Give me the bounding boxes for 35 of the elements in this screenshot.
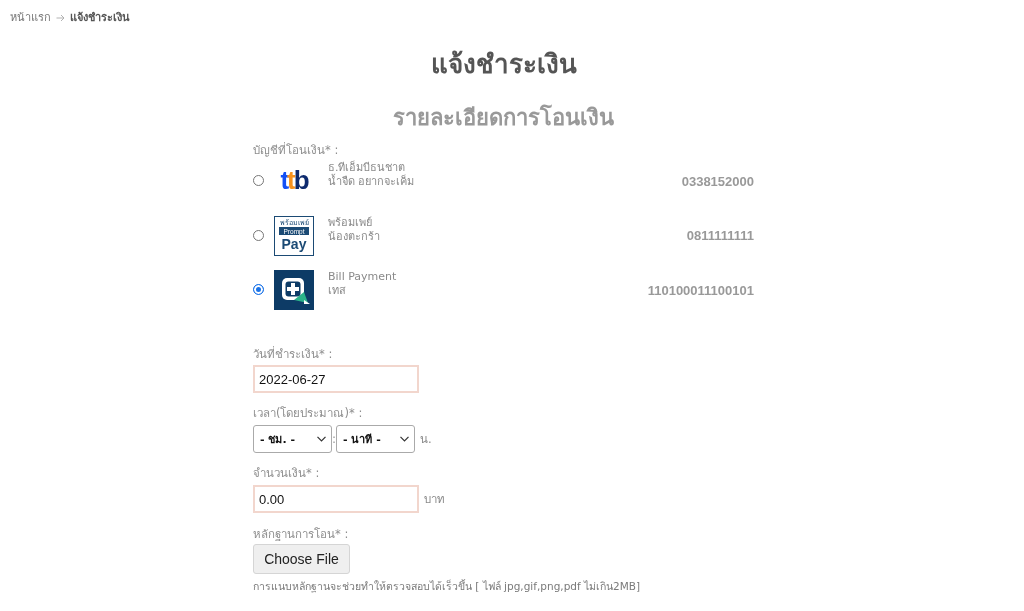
account-name: Bill Payment <box>328 270 398 284</box>
account-number: 0338152000 <box>681 173 754 189</box>
unit-label: น. <box>420 431 432 448</box>
minute-select[interactable]: - นาที - <box>336 425 415 453</box>
chevron-down-icon <box>400 436 409 442</box>
account-name: พร้อมเพย์ <box>328 215 373 230</box>
radio-button[interactable] <box>253 175 264 186</box>
hint-text: การแนบหลักฐานจะช่วยทำให้ตรวจสอบได้เร็วขึ้น [ ไฟล์ jpg,gif,png,pdf ไม่เกิน2MB] <box>253 579 641 593</box>
hour-select[interactable]: - ชม. - <box>253 425 332 453</box>
choose-file-button[interactable]: Choose File <box>253 544 350 574</box>
radio-button[interactable] <box>253 284 264 295</box>
time-separator: : <box>332 432 336 446</box>
radio-button[interactable] <box>253 229 264 241</box>
account-number: 0811111111 <box>686 228 754 243</box>
section-title: รายละเอียดการโอนเงิน <box>393 103 614 131</box>
amount-field[interactable]: 0.00 <box>253 485 419 513</box>
account-name: ธ.ทีเอ็มบีธนชาต <box>328 161 407 174</box>
account-number: 110100011100101 <box>647 282 754 298</box>
chevron-down-icon <box>317 436 326 442</box>
bank-logo: ttb <box>274 161 314 201</box>
field-label: บัญชีที่โอนเงิน* : <box>253 142 339 158</box>
field-label: จำนวนเงิน* : <box>253 465 320 481</box>
unit-label: บาท <box>424 491 445 508</box>
arrow-right-icon <box>56 14 65 22</box>
page-title: แจ้งชำระเงิน <box>430 48 577 80</box>
field-label: หลักฐานการโอน* : <box>253 526 349 542</box>
date-field[interactable]: 2022-06-27 <box>253 365 419 393</box>
field-label: วันที่ชำระเงิน* : <box>253 346 333 362</box>
account-holder: น้ำจืด อยากจะเค็ม <box>328 175 416 189</box>
field-label: เวลา(โดยประมาณ)* : <box>253 405 363 421</box>
account-holder: เทส <box>328 284 347 298</box>
breadcrumb-link[interactable]: หน้าแรก <box>10 10 51 26</box>
payment-tile-icon <box>274 270 314 310</box>
account-holder: น้องตะกร้า <box>328 229 381 244</box>
current-page-text: แจ้งชำระเงิน <box>70 10 130 26</box>
